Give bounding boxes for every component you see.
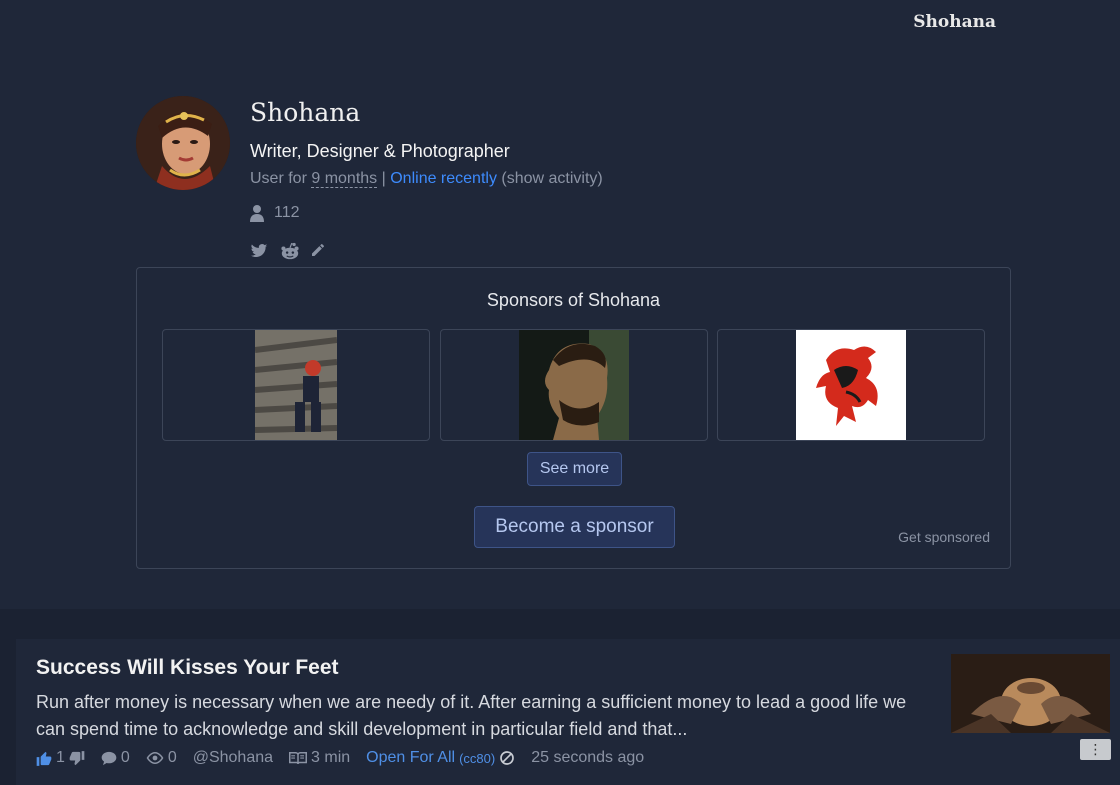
avatar[interactable]	[136, 96, 230, 190]
thumbs-down-icon[interactable]	[69, 750, 85, 766]
sponsor-card[interactable]	[162, 329, 430, 441]
view-count: 0	[167, 749, 177, 766]
more-options-button[interactable]: ⋮	[1080, 739, 1111, 760]
read-time-group: 3 min	[289, 749, 350, 767]
comment-count: 0	[120, 749, 130, 766]
twitter-icon[interactable]	[250, 242, 268, 260]
avatar-image	[136, 96, 230, 190]
social-links	[250, 242, 328, 260]
read-time: 3 min	[311, 749, 351, 766]
profile-header: Shohana Writer, Designer & Photographer …	[136, 96, 1011, 266]
followers-count[interactable]: 112	[250, 204, 300, 222]
member-prefix: User for	[250, 170, 307, 187]
views-group: 0	[146, 749, 177, 767]
user-icon	[250, 204, 264, 222]
online-status-link[interactable]: Online recently	[390, 170, 497, 187]
no-ban-icon	[499, 750, 515, 766]
post-time: 25 seconds ago	[531, 749, 645, 766]
sponsor-image	[254, 330, 338, 440]
member-duration: 9 months	[311, 170, 378, 188]
post-excerpt: Run after money is necessary when we are…	[36, 692, 907, 739]
sponsor-image	[796, 330, 906, 440]
post-title[interactable]: Success Will Kisses Your Feet	[36, 656, 339, 680]
show-activity-link[interactable]: (show activity)	[501, 170, 602, 187]
post-author-link[interactable]: @Shohana	[193, 749, 273, 767]
comment-icon	[101, 751, 117, 766]
sponsor-image	[519, 330, 629, 440]
upvote-group: 1	[36, 749, 85, 767]
meta-separator: |	[381, 170, 386, 187]
post-card[interactable]: Success Will Kisses Your Feet Run after …	[16, 639, 1120, 785]
sponsor-card[interactable]	[440, 329, 708, 441]
eye-icon	[146, 751, 164, 765]
license-label: Open For All	[366, 749, 456, 766]
become-sponsor-button[interactable]: Become a sponsor	[474, 506, 675, 548]
reddit-icon[interactable]	[280, 242, 299, 260]
sponsors-panel: Sponsors of Shohana See more Become a sp…	[136, 267, 1011, 569]
post-meta: 1 0 0 @Shohana 3 min Open For All (cc80)…	[36, 749, 660, 767]
pencil-icon[interactable]	[310, 242, 328, 260]
comments-group[interactable]: 0	[101, 749, 130, 767]
license-group[interactable]: Open For All (cc80)	[366, 749, 515, 767]
license-code: (cc80)	[459, 750, 496, 766]
header-username[interactable]: Shohana	[913, 12, 996, 32]
sponsors-title: Sponsors of Shohana	[486, 290, 661, 310]
see-more-button[interactable]: See more	[527, 452, 622, 486]
top-bar: Shohana	[0, 0, 1120, 44]
thumbs-up-icon[interactable]	[36, 751, 52, 766]
post-thumbnail[interactable]	[951, 654, 1110, 733]
upvote-count: 1	[56, 749, 65, 766]
sponsor-card[interactable]	[717, 329, 985, 441]
followers-value: 112	[274, 204, 300, 221]
get-sponsored-link[interactable]: Get sponsored	[898, 529, 990, 545]
book-icon	[289, 751, 308, 765]
profile-headline: Writer, Designer & Photographer	[250, 141, 510, 161]
profile-meta: User for 9 months | Online recently (sho…	[250, 170, 603, 188]
profile-name: Shohana	[250, 98, 361, 127]
